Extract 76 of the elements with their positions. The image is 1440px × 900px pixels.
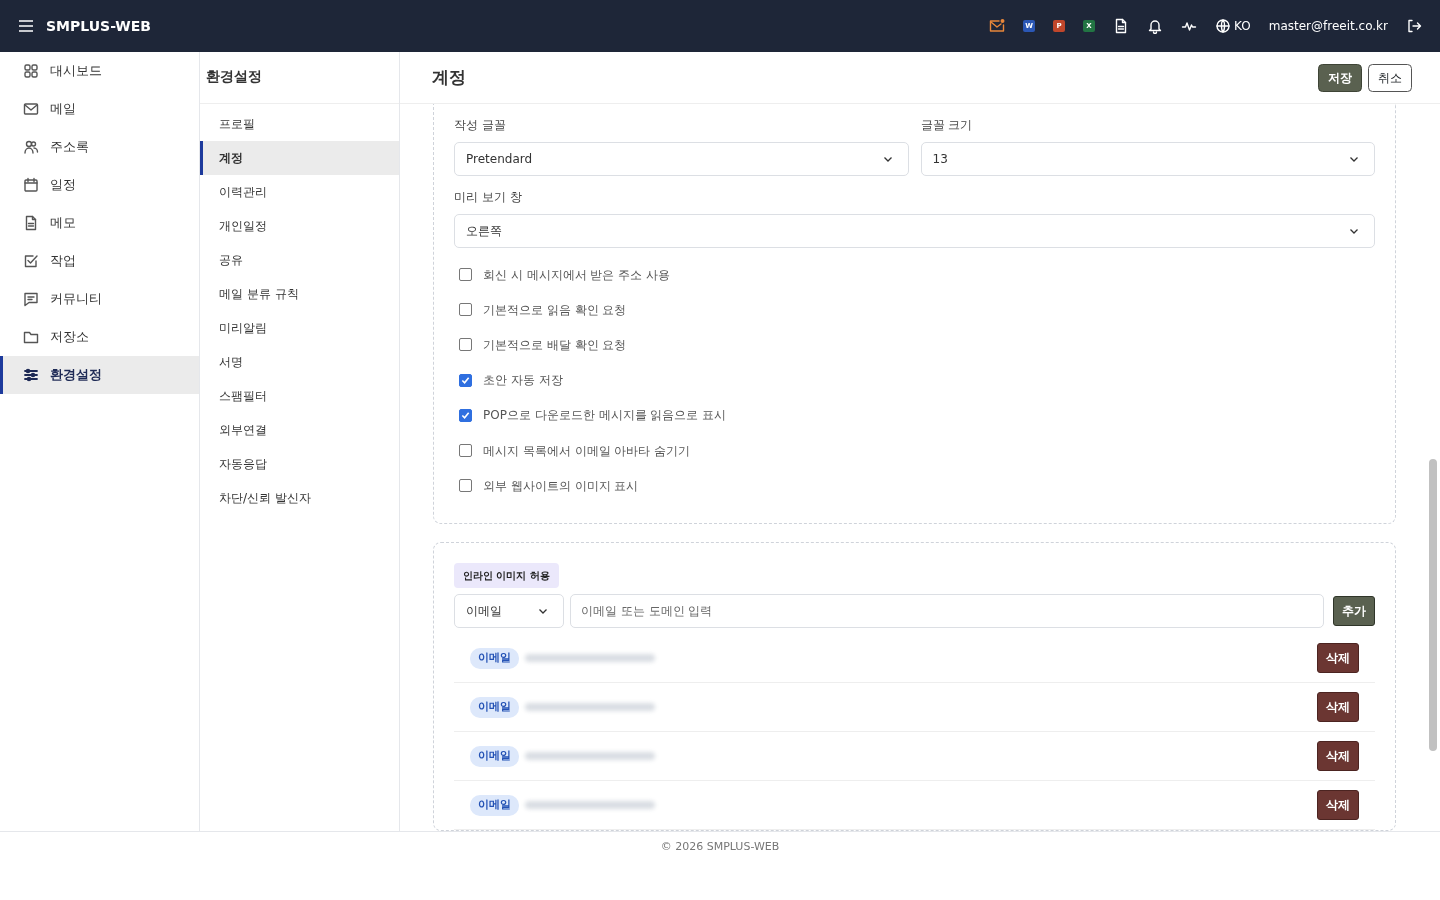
folder-icon (23, 329, 39, 345)
save-button[interactable]: 저장 (1318, 63, 1362, 92)
mail-icon[interactable] (989, 18, 1006, 34)
calendar-icon (23, 177, 39, 193)
sidebar-item[interactable]: 커뮤니티 (0, 280, 199, 318)
field-label: 작성 글꼴 (454, 117, 507, 134)
delete-button[interactable]: 삭제 (1317, 790, 1359, 821)
checkbox[interactable] (459, 479, 472, 493)
checkbox[interactable] (459, 268, 472, 282)
checkbox-label: POP으로 다운로드한 메시지를 읽음으로 표시 (483, 407, 727, 425)
sidebar-item[interactable]: 일정 (0, 166, 199, 204)
checkbox[interactable] (459, 408, 472, 422)
checkbox-icon (23, 253, 39, 269)
add-button[interactable]: 추가 (1333, 596, 1375, 627)
type-badge: 이메일 (470, 795, 519, 816)
field-label: 글꼴 크기 (920, 117, 974, 134)
type-badge: 이메일 (470, 746, 519, 767)
sidebar-item[interactable]: 저장소 (0, 318, 199, 356)
scrollbar[interactable] (1429, 459, 1437, 751)
submenu-item[interactable]: 공유 (200, 243, 399, 277)
checkbox[interactable] (459, 338, 472, 352)
preview-select[interactable]: 오른쪽 (454, 214, 1375, 248)
sidebar-item[interactable]: 대시보드 (0, 52, 199, 90)
submenu-item[interactable]: 스팸필터 (200, 379, 399, 413)
size-select[interactable]: 13 (920, 142, 1375, 176)
chat-icon (23, 291, 39, 307)
people-icon (23, 139, 39, 155)
checkbox-label: 초안 자동 저장 (483, 372, 563, 390)
cancel-button[interactable]: 취소 (1368, 63, 1412, 92)
submenu-item[interactable]: 외부연결 (200, 413, 399, 447)
type-badge: 이메일 (470, 648, 519, 669)
submenu-item[interactable]: 차단/신뢰 발신자 (200, 481, 399, 515)
globe-icon[interactable] (1215, 18, 1232, 34)
type-select[interactable]: 이메일 (454, 594, 564, 629)
submenu-item[interactable]: 이력관리 (200, 175, 399, 209)
checkbox[interactable] (459, 373, 472, 387)
menu-icon[interactable] (18, 18, 34, 34)
submenu-item[interactable]: 메일 분류 규칙 (200, 277, 399, 311)
delete-button[interactable]: 삭제 (1317, 643, 1359, 674)
submenu-item[interactable]: 자동응답 (200, 447, 399, 481)
mail-icon (23, 101, 39, 117)
delete-button[interactable]: 삭제 (1317, 741, 1359, 772)
logout-icon[interactable] (1406, 18, 1422, 34)
font-select[interactable]: Pretendard (454, 142, 909, 176)
checkbox[interactable] (459, 303, 472, 317)
footer-text: © 2026 SMPLUS-WEB (0, 831, 1440, 864)
submenu-item[interactable]: 개인일정 (200, 209, 399, 243)
sidebar-item[interactable]: 환경설정 (0, 356, 199, 394)
language-button[interactable]: KO (1234, 17, 1251, 35)
submenu-title: 환경설정 (200, 52, 399, 104)
user-email[interactable]: master@freeit.co.kr (1268, 17, 1388, 35)
submenu-item[interactable]: 미리알림 (200, 311, 399, 345)
input-field[interactable]: 이메일 또는 도메인 입력 (570, 594, 1324, 629)
checkbox-label: 기본적으로 읽음 확인 요청 (483, 301, 627, 319)
section-tag: 인라인 이미지 허용 (454, 563, 559, 589)
sidebar-item[interactable]: 메일 (0, 90, 199, 128)
checkbox-label: 기본적으로 배달 확인 요청 (483, 336, 627, 354)
checkbox-label: 외부 웹사이트의 이미지 표시 (483, 477, 639, 495)
sidebar-item[interactable]: 작업 (0, 242, 199, 280)
app-title: SMPLUS-WEB (46, 16, 151, 36)
grid-icon (23, 63, 39, 79)
checkbox-label: 회신 시 메시지에서 받은 주소 사용 (483, 266, 671, 284)
checkbox-label: 메시지 목록에서 이메일 아바타 숨기기 (483, 442, 691, 460)
submenu-item[interactable]: 계정 (200, 141, 399, 175)
bell-icon[interactable] (1147, 18, 1164, 34)
submenu-item[interactable]: 프로필 (200, 107, 399, 141)
checkbox[interactable] (459, 444, 472, 458)
delete-button[interactable]: 삭제 (1317, 692, 1359, 723)
type-badge: 이메일 (470, 697, 519, 718)
sidebar-item[interactable]: 메모 (0, 204, 199, 242)
sidebar-item[interactable]: 주소록 (0, 128, 199, 166)
page-title: 계정 (432, 65, 466, 89)
field-label: 미리 보기 창 (454, 189, 523, 206)
sliders-icon (23, 367, 39, 383)
submenu-item[interactable]: 서명 (200, 345, 399, 379)
document-icon (23, 215, 39, 231)
